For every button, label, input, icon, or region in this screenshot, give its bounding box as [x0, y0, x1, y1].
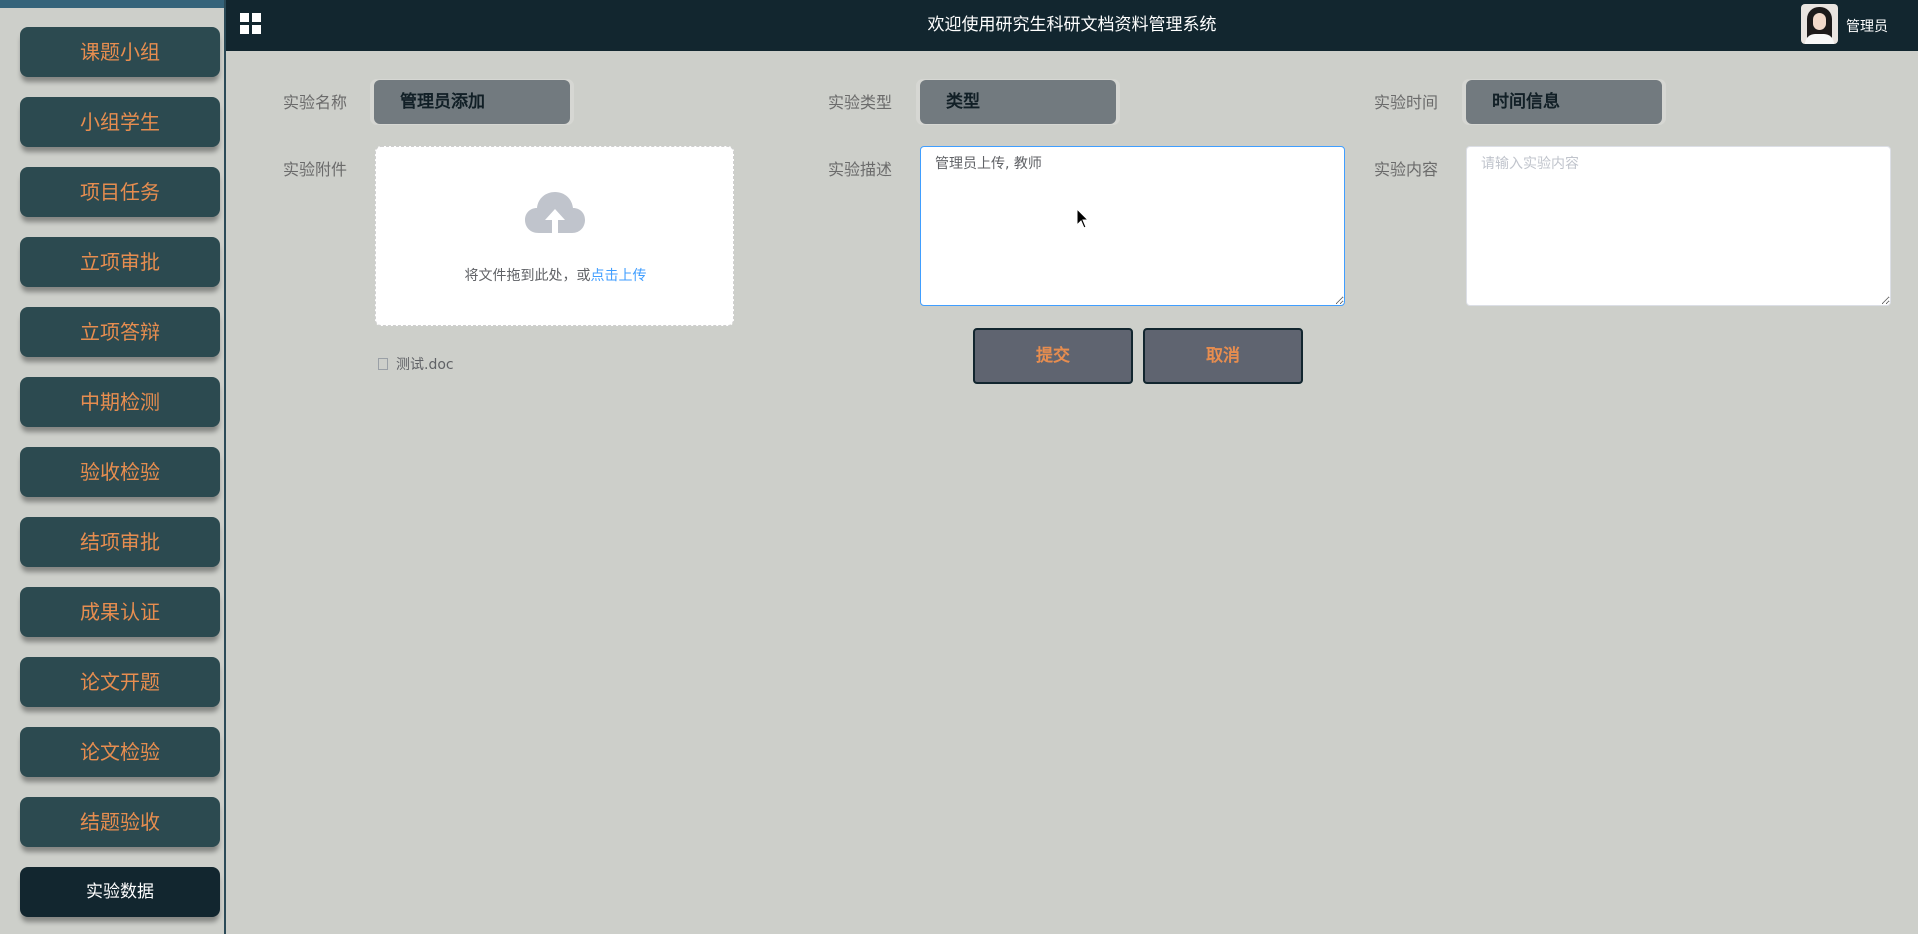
- upload-hint: 将文件拖到此处，或点击上传: [376, 265, 735, 285]
- click-upload-link[interactable]: 点击上传: [591, 268, 647, 284]
- avatar[interactable]: [1801, 4, 1838, 44]
- sidebar-item-midterm-check[interactable]: 中期检测: [20, 377, 220, 427]
- experiment-name-label: 实验名称: [283, 93, 348, 112]
- experiment-content-label: 实验内容: [1374, 160, 1439, 179]
- sidebar-item-result-certification[interactable]: 成果认证: [20, 587, 220, 637]
- sidebar-item-acceptance-check[interactable]: 验收检验: [20, 447, 220, 497]
- experiment-type-field[interactable]: 类型: [916, 79, 1120, 125]
- experiment-name-field[interactable]: 管理员添加: [370, 79, 574, 125]
- experiment-time-field[interactable]: 时间信息: [1462, 79, 1666, 125]
- sidebar-item-project-defense[interactable]: 立项答辩: [20, 307, 220, 357]
- experiment-time-value: 时间信息: [1466, 80, 1662, 124]
- user-name[interactable]: 管理员: [1846, 16, 1888, 36]
- sidebar-item-closure-approval[interactable]: 结项审批: [20, 517, 220, 567]
- sidebar-item-final-acceptance[interactable]: 结题验收: [20, 797, 220, 847]
- mouse-cursor-icon: [1076, 208, 1090, 229]
- grid-icon[interactable]: [240, 13, 262, 35]
- experiment-content-textarea[interactable]: [1466, 146, 1891, 306]
- experiment-description-label: 实验描述: [828, 160, 893, 179]
- top-header: 欢迎使用研究生科研文档资料管理系统 管理员: [226, 0, 1918, 51]
- document-icon: [378, 358, 388, 370]
- page-title: 欢迎使用研究生科研文档资料管理系统: [927, 15, 1217, 35]
- sidebar-item-group-students[interactable]: 小组学生: [20, 97, 220, 147]
- experiment-type-value: 类型: [920, 80, 1116, 124]
- sidebar-item-project-tasks[interactable]: 项目任务: [20, 167, 220, 217]
- sidebar-top-accent: [0, 0, 224, 8]
- sidebar-item-thesis-proposal[interactable]: 论文开题: [20, 657, 220, 707]
- experiment-attachment-label: 实验附件: [283, 160, 348, 179]
- upload-hint-text: 将文件拖到此处，或: [464, 268, 591, 284]
- sidebar-item-project-approval[interactable]: 立项审批: [20, 237, 220, 287]
- sidebar: 课题小组 小组学生 项目任务 立项审批 立项答辩 中期检测 验收检验 结项审批 …: [0, 0, 226, 934]
- uploaded-file-item[interactable]: 测试.doc: [378, 354, 454, 374]
- experiment-description-textarea[interactable]: 管理员上传, 教师: [920, 146, 1345, 306]
- file-name: 测试.doc: [396, 357, 454, 373]
- experiment-time-label: 实验时间: [1374, 93, 1439, 112]
- cloud-upload-icon: [525, 192, 585, 235]
- sidebar-item-topic-groups[interactable]: 课题小组: [20, 27, 220, 77]
- sidebar-item-experiment-data[interactable]: 实验数据: [20, 867, 220, 917]
- upload-dropzone[interactable]: 将文件拖到此处，或点击上传: [375, 146, 734, 326]
- sidebar-item-thesis-check[interactable]: 论文检验: [20, 727, 220, 777]
- cancel-button[interactable]: 取消: [1143, 328, 1303, 384]
- submit-button[interactable]: 提交: [973, 328, 1133, 384]
- experiment-type-label: 实验类型: [828, 93, 893, 112]
- experiment-name-value: 管理员添加: [374, 80, 570, 124]
